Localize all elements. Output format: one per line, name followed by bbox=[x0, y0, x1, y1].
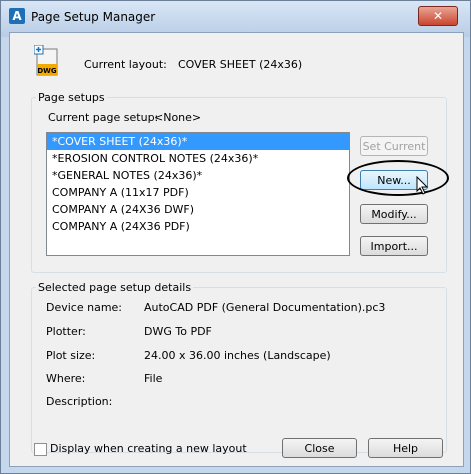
list-item[interactable]: COMPANY A (11x17 PDF) bbox=[47, 184, 349, 201]
display-new-layout-checkbox[interactable] bbox=[34, 443, 47, 456]
plotter-label: Plotter: bbox=[46, 325, 86, 338]
modify-button[interactable]: Modify... bbox=[360, 204, 428, 224]
page-setups-list[interactable]: *COVER SHEET (24x36)* *EROSION CONTROL N… bbox=[46, 132, 350, 256]
plotter-value: DWG To PDF bbox=[144, 325, 212, 338]
list-item[interactable]: *EROSION CONTROL NOTES (24x36)* bbox=[47, 150, 349, 167]
current-layout-value: COVER SHEET (24x36) bbox=[178, 58, 303, 71]
display-new-layout-label[interactable]: Display when creating a new layout bbox=[50, 442, 247, 455]
current-layout-label: Current layout: bbox=[84, 58, 167, 71]
set-current-button[interactable]: Set Current bbox=[360, 136, 428, 156]
import-button[interactable]: Import... bbox=[360, 236, 428, 256]
description-label: Description: bbox=[46, 395, 113, 408]
window-title: Page Setup Manager bbox=[31, 10, 156, 24]
current-page-setup-label: Current page setup: bbox=[48, 111, 159, 124]
mouse-cursor-icon bbox=[416, 176, 429, 195]
plot-size-label: Plot size: bbox=[46, 349, 96, 362]
current-page-setup-value: <None> bbox=[154, 111, 202, 124]
window-close-button[interactable]: ✕ bbox=[418, 6, 458, 26]
close-icon: ✕ bbox=[432, 9, 444, 23]
dialog-client-area: DWG Current layout: COVER SHEET (24x36) … bbox=[9, 32, 464, 467]
plot-size-value: 24.00 x 36.00 inches (Landscape) bbox=[144, 349, 331, 362]
highlight-ellipse bbox=[347, 160, 449, 196]
help-button[interactable]: Help bbox=[368, 438, 443, 458]
list-item[interactable]: *GENERAL NOTES (24x36)* bbox=[47, 167, 349, 184]
svg-text:DWG: DWG bbox=[37, 67, 57, 75]
page-setups-legend: Page setups bbox=[38, 91, 105, 104]
list-item[interactable]: COMPANY A (24X36 DWF) bbox=[47, 201, 349, 218]
dwg-file-icon: DWG bbox=[34, 45, 58, 76]
where-label: Where: bbox=[46, 372, 86, 385]
close-button[interactable]: Close bbox=[282, 438, 357, 458]
list-item-selected[interactable]: *COVER SHEET (24x36)* bbox=[47, 133, 349, 150]
where-value: File bbox=[144, 372, 163, 385]
device-name-value: AutoCAD PDF (General Documentation).pc3 bbox=[144, 301, 386, 314]
page-setup-manager-window: A Page Setup Manager ✕ DWG Current layou… bbox=[0, 0, 471, 474]
autocad-a-icon: A bbox=[9, 8, 25, 24]
details-legend: Selected page setup details bbox=[38, 281, 192, 294]
device-name-label: Device name: bbox=[46, 301, 123, 314]
list-item[interactable]: COMPANY A (24X36 PDF) bbox=[47, 218, 349, 235]
